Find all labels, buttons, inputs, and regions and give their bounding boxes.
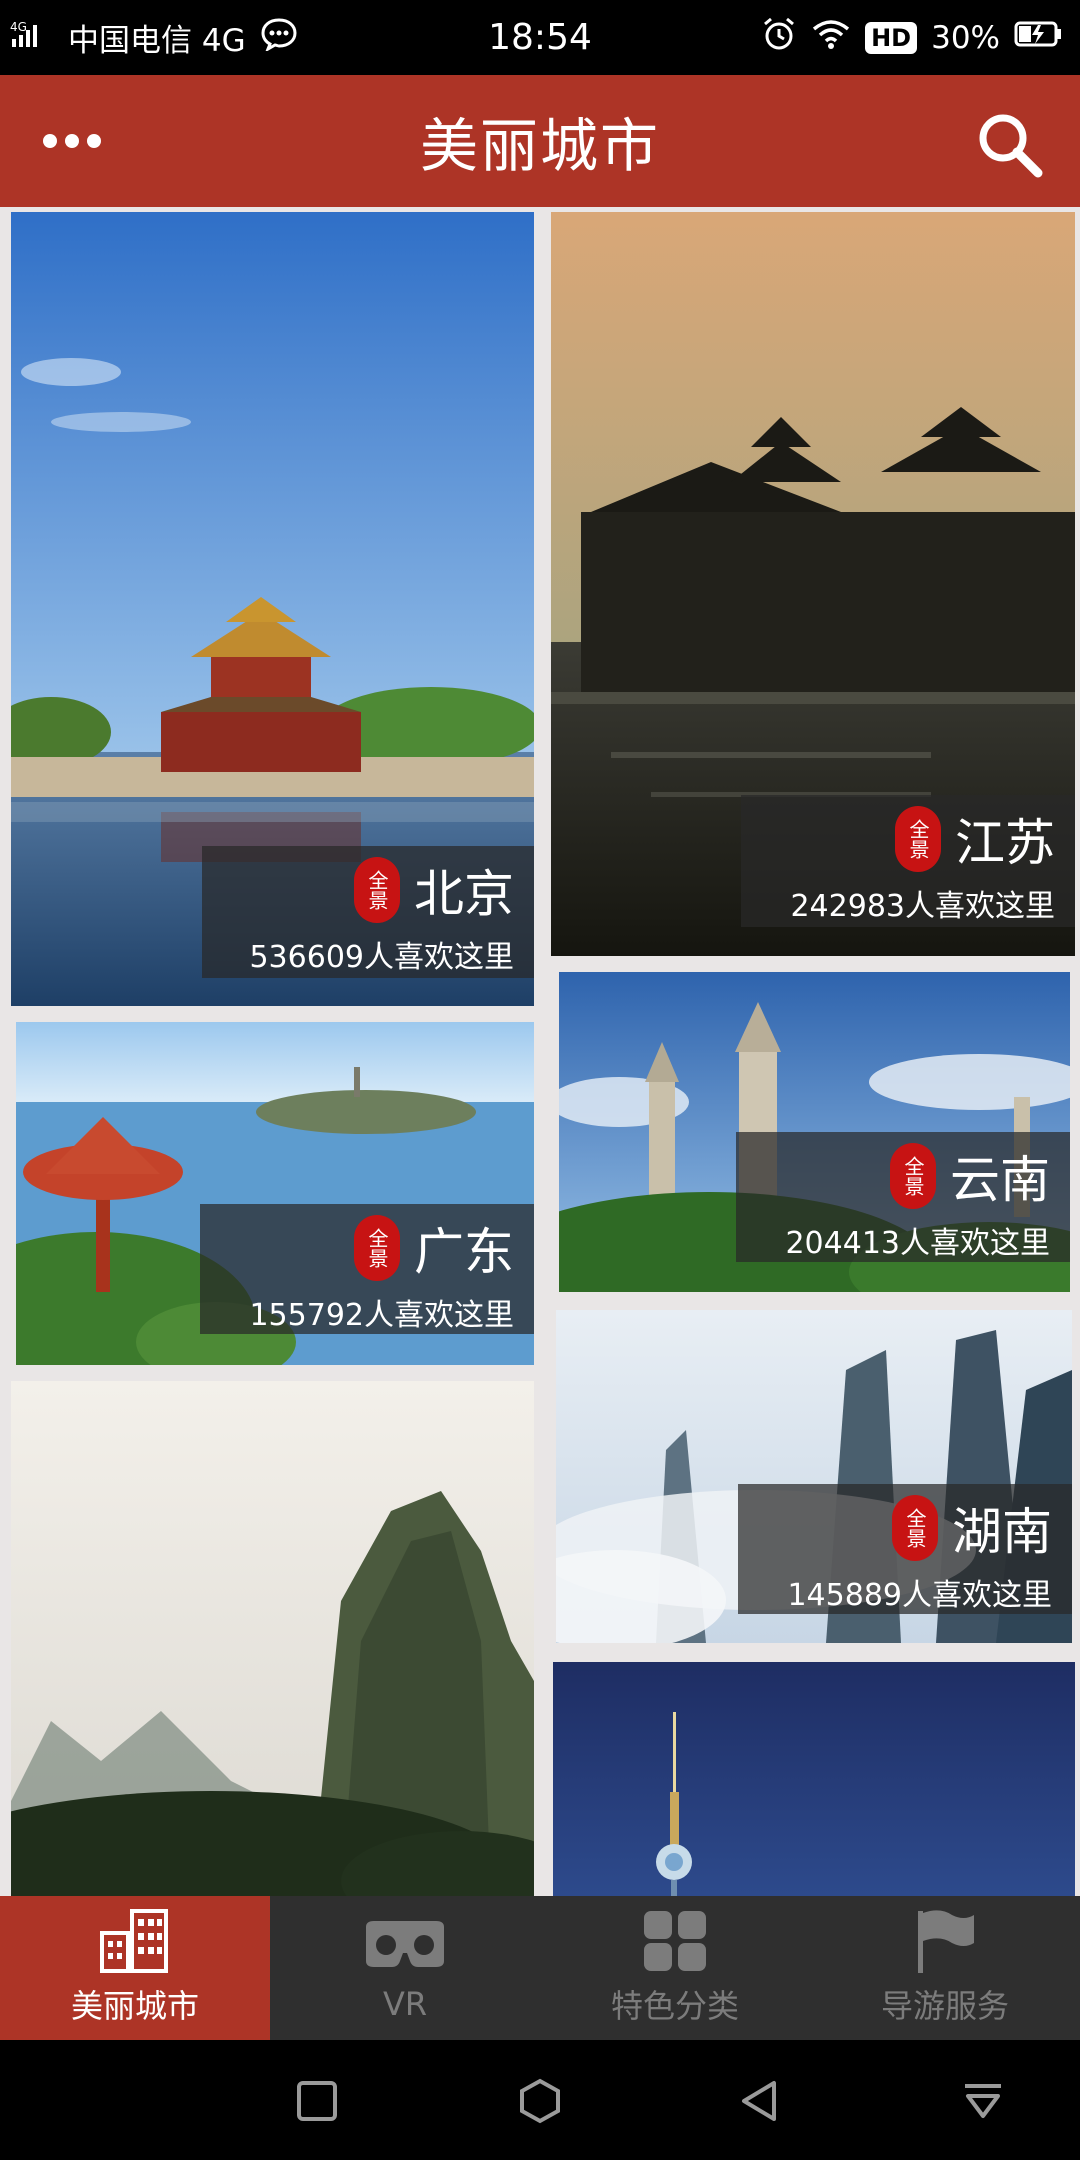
city-likes: 145889人喜欢这里 [787,1578,1052,1613]
back-icon[interactable] [736,2078,782,2124]
tab-label: 特色分类 [610,1987,739,2025]
grid-icon [644,1911,706,1971]
notification-shade-icon[interactable] [960,2078,1006,2124]
city-likes: 536609人喜欢这里 [249,940,514,975]
app-header: 美丽城市 [0,75,1080,207]
city-name: 湖南 [952,1503,1052,1561]
wifi-icon [811,18,851,58]
city-name: 云南 [950,1151,1050,1209]
tab-label: VR [382,1985,428,2023]
battery-percent: 30% [931,19,1000,56]
city-likes: 242983人喜欢这里 [790,889,1055,924]
panorama-seal-icon: 全景 [895,806,941,872]
city-info-overlay: 全景 北京 536609人喜欢这里 [202,846,534,978]
city-buildings-icon [100,1909,168,1973]
city-name: 广东 [414,1223,514,1281]
city-info-overlay: 全景 广东 155792人喜欢这里 [200,1204,534,1334]
tab-vr[interactable]: VR [270,1896,540,2040]
alarm-icon [761,16,797,60]
bottom-tab-bar: 美丽城市 VR 特色分类 导游服务 [0,1896,1080,2040]
search-button[interactable] [970,105,1050,185]
city-likes: 155792人喜欢这里 [249,1298,514,1333]
search-icon [979,114,1043,178]
city-info-overlay: 全景 湖南 145889人喜欢这里 [738,1484,1072,1614]
panorama-seal-icon: 全景 [354,857,400,923]
city-name: 北京 [414,865,514,923]
city-card-beijing[interactable]: 全景 北京 536609人喜欢这里 [11,212,534,1006]
tab-label: 导游服务 [880,1987,1009,2025]
flag-icon [918,1910,974,1973]
page-title: 美丽城市 [419,112,660,180]
city-info-overlay: 全景 云南 204413人喜欢这里 [736,1132,1070,1262]
city-card-karst[interactable] [11,1381,534,1896]
panorama-seal-icon: 全景 [892,1495,938,1561]
battery-charging-icon [1014,19,1064,57]
tab-label: 美丽城市 [70,1987,199,2025]
hd-badge: HD [865,21,918,54]
city-card-guangdong[interactable]: 全景 广东 155792人喜欢这里 [16,1022,534,1365]
tab-featured-categories[interactable]: 特色分类 [540,1896,810,2040]
city-info-overlay: 全景 江苏 242983人喜欢这里 [741,795,1075,927]
panorama-seal-icon: 全景 [890,1143,936,1209]
karst-mountain-photo [11,1381,534,1896]
recent-apps-icon[interactable] [294,2078,340,2124]
status-bar: 4G 中国电信 4G 18:54 HD 30% [0,0,1080,75]
vr-headset-icon [366,1921,444,1967]
tv-tower-photo [553,1662,1075,1896]
city-card-tower[interactable] [553,1662,1075,1896]
city-card-yunnan[interactable]: 全景 云南 204413人喜欢这里 [559,972,1070,1292]
home-icon[interactable] [517,2078,563,2124]
panorama-seal-icon: 全景 [354,1215,400,1281]
city-card-hunan[interactable]: 全景 湖南 145889人喜欢这里 [556,1310,1072,1643]
tab-guide-services[interactable]: 导游服务 [810,1896,1080,2040]
city-likes: 204413人喜欢这里 [785,1226,1050,1261]
city-card-jiangsu[interactable]: 全景 江苏 242983人喜欢这里 [551,212,1075,956]
city-name: 江苏 [955,814,1055,872]
system-nav-bar [0,2040,1080,2160]
tab-beautiful-cities[interactable]: 美丽城市 [0,1896,270,2040]
